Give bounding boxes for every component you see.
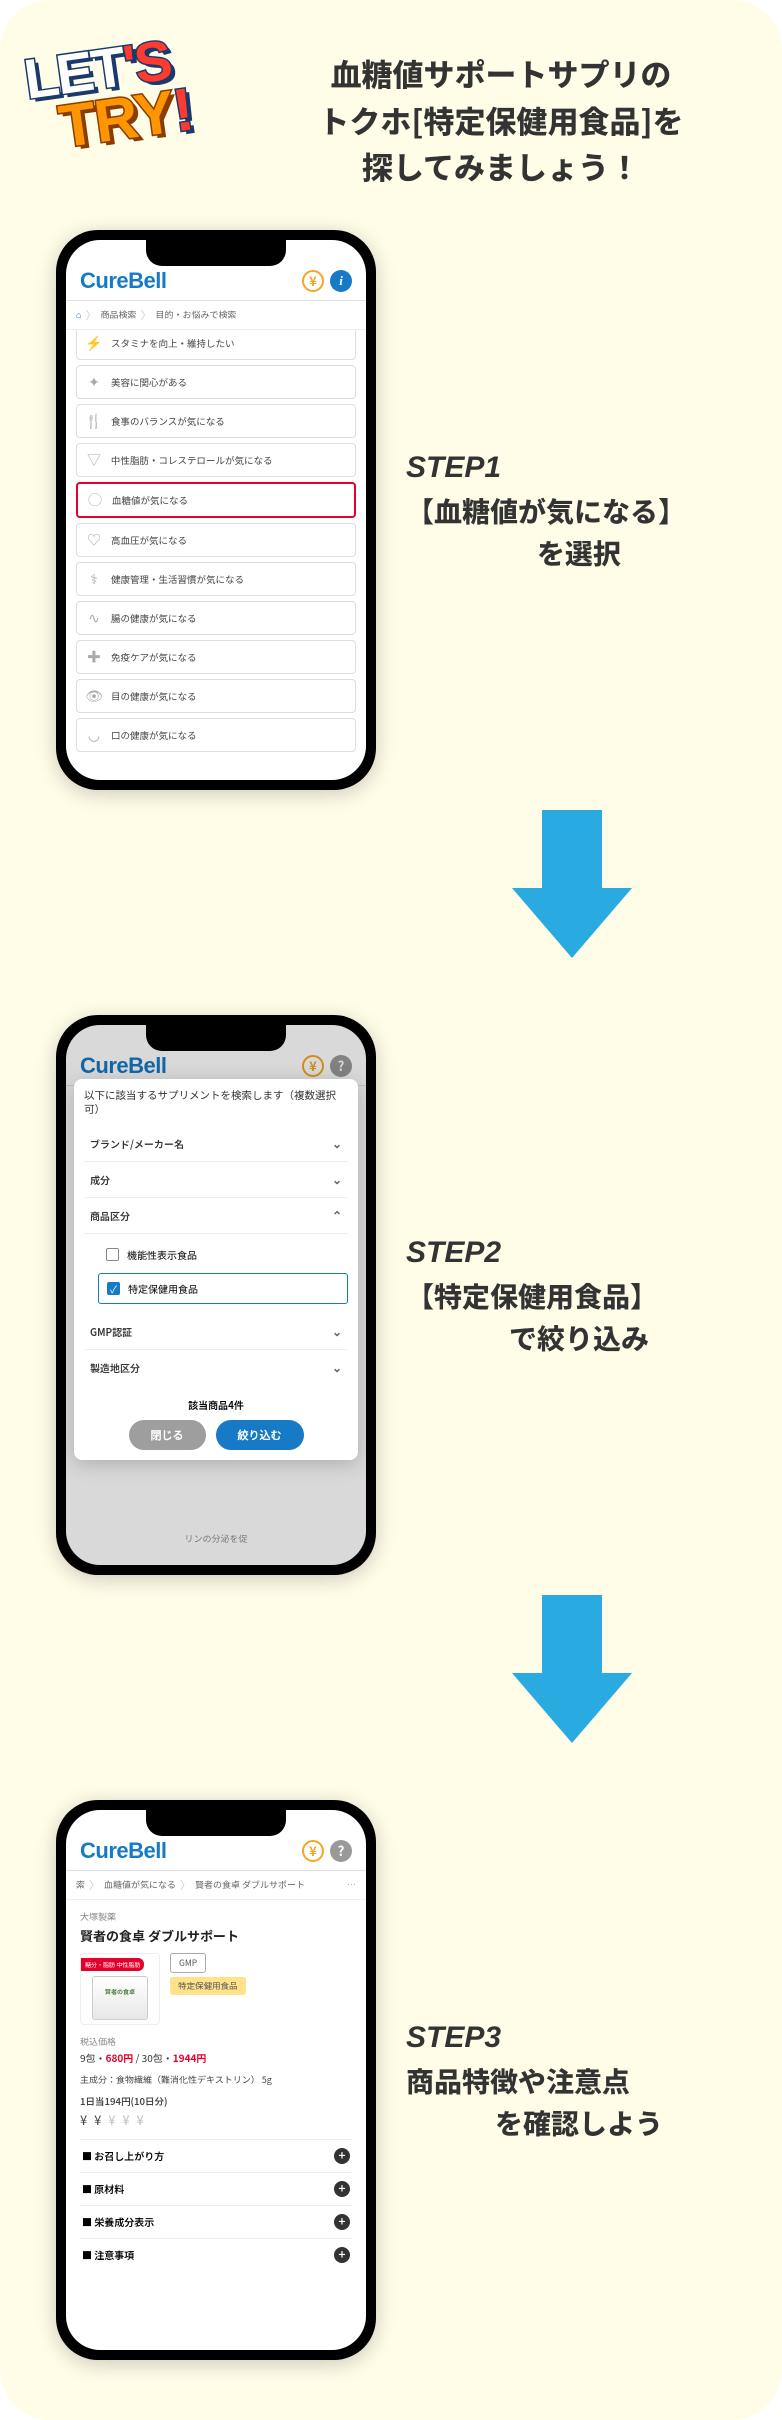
page: LET'S TRY! 血糖値サポートサプリの トクホ[特定保健用食品]を 探して… <box>0 0 782 2420</box>
accordion-ingredients[interactable]: ■ 原材料+ <box>80 2172 352 2205</box>
help-icon[interactable]: ? <box>330 1840 352 1862</box>
checkbox-tokuho[interactable]: 特定保健用食品 <box>98 1273 348 1304</box>
product-image: 糖分・脂肪 中性脂肪 <box>80 1953 160 2025</box>
plus-icon: + <box>334 2214 350 2230</box>
coin-icon[interactable]: ¥ <box>302 1840 324 1862</box>
main-ingredient: 主成分：食物繊維（難消化性デキストリン） 5g <box>80 2073 352 2086</box>
filter-gmp[interactable]: GMP認証⌄ <box>84 1314 348 1350</box>
home-icon[interactable]: ⌂ <box>76 308 81 321</box>
chevron-down-icon: ⌄ <box>332 1171 342 1188</box>
coin-icon[interactable]: ¥ <box>302 270 324 292</box>
chevron-down-icon: ⌄ <box>332 1323 342 1340</box>
chevron-down-icon: ⌄ <box>332 1135 342 1152</box>
category-item[interactable]: 🍴食事のバランスが気になる <box>76 404 356 438</box>
category-item[interactable]: ♡高血圧が気になる <box>76 523 356 557</box>
daily-cost: 1日当194円(10日分) <box>80 2094 352 2108</box>
crumb-item[interactable]: 商品検索 <box>100 308 136 321</box>
price-line: 9包・680円 / 30包・1944円 <box>80 2050 352 2065</box>
filter-modal: 以下に該当するサプリメントを検索します（複数選択可） ブランド/メーカー名⌄ 成… <box>74 1079 358 1460</box>
mouth-icon: ◡ <box>85 726 103 744</box>
gut-icon: ∿ <box>85 609 103 627</box>
accordion-nutrition[interactable]: ■ 栄養成分表示+ <box>80 2205 352 2238</box>
accordion-usage[interactable]: ■ お召し上がり方+ <box>80 2139 352 2172</box>
eye-icon: 👁 <box>85 687 103 705</box>
phone-step2: CureBell ¥ ? リンの分泌を促 以下に該当するサプリメントを検索します… <box>56 1015 376 1575</box>
bp-icon: ♡ <box>85 531 103 549</box>
phone-notch <box>146 1025 286 1051</box>
category-item[interactable]: ∿腸の健康が気になる <box>76 601 356 635</box>
cost-rating: ¥ ¥ ¥ ¥ ¥ <box>80 2110 352 2129</box>
step3-caption: STEP3 商品特徴や注意点 を確認しよう <box>406 2015 752 2144</box>
chevron-down-icon: ⌄ <box>332 1359 342 1376</box>
category-item[interactable]: ✦美容に関心がある <box>76 365 356 399</box>
background-text: リンの分泌を促 <box>86 1532 346 1545</box>
category-item-highlighted[interactable]: ◯血糖値が気になる <box>76 482 356 518</box>
step-1: CureBell ¥ i ⌂ 〉 商品検索 〉 目的・お悩みで検索 ⚡スタミナを… <box>30 230 752 790</box>
brand-logo: CureBell <box>80 268 166 294</box>
category-item[interactable]: ✚免疫ケアが気になる <box>76 640 356 674</box>
category-item[interactable]: 👁目の健康が気になる <box>76 679 356 713</box>
lets-try-badge: LET'S TRY! <box>21 26 248 194</box>
plus-icon: + <box>334 2247 350 2263</box>
step-2: CureBell ¥ ? リンの分泌を促 以下に該当するサプリメントを検索します… <box>30 1015 752 1575</box>
crumb-item: 目的・お悩みで検索 <box>155 308 236 321</box>
crumb-item[interactable]: 血糖値が気になる <box>104 1878 176 1891</box>
stamina-icon: ⚡ <box>85 334 103 352</box>
filter-brand[interactable]: ブランド/メーカー名⌄ <box>84 1126 348 1162</box>
tokuho-tag: 特定保健用食品 <box>170 1977 246 1995</box>
product-name: 賢者の食卓 ダブルサポート <box>80 1926 352 1945</box>
step1-caption: STEP1 【血糖値が気になる】 を選択 <box>406 445 752 574</box>
result-count: 該当商品4件 <box>84 1397 348 1412</box>
fat-icon: ▽ <box>85 451 103 469</box>
maker-name: 大塚製薬 <box>80 1910 352 1923</box>
arrow-down-icon <box>512 810 632 970</box>
filter-ingredient[interactable]: 成分⌄ <box>84 1162 348 1198</box>
filter-category[interactable]: 商品区分⌃ <box>84 1198 348 1234</box>
step2-caption: STEP2 【特定保健用食品】 で絞り込み <box>406 1230 752 1359</box>
step-3: CureBell ¥ ? 索 〉 血糖値が気になる 〉 賢者の食卓 ダブルサポー… <box>30 1800 752 2360</box>
phone-step3: CureBell ¥ ? 索 〉 血糖値が気になる 〉 賢者の食卓 ダブルサポー… <box>56 1800 376 2360</box>
crumb-item[interactable]: 索 <box>76 1878 85 1891</box>
plus-icon: + <box>334 2148 350 2164</box>
meal-icon: 🍴 <box>85 412 103 430</box>
more-icon[interactable]: ⋯ <box>347 1878 356 1891</box>
image-ribbon: 糖分・脂肪 中性脂肪 <box>81 1958 144 1971</box>
gmp-tag: GMP <box>170 1953 206 1973</box>
phone-notch <box>146 1810 286 1836</box>
sugar-icon: ◯ <box>86 491 104 509</box>
immune-icon: ✚ <box>85 648 103 666</box>
beauty-icon: ✦ <box>85 373 103 391</box>
plus-icon: + <box>334 2181 350 2197</box>
intro-text: 血糖値サポートサプリの トクホ[特定保健用食品]を 探してみましょう！ <box>250 30 752 190</box>
phone-step1: CureBell ¥ i ⌂ 〉 商品検索 〉 目的・お悩みで検索 ⚡スタミナを… <box>56 230 376 790</box>
arrow-down-icon <box>512 1595 632 1755</box>
apply-filter-button[interactable]: 絞り込む <box>216 1420 304 1450</box>
brand-logo: CureBell <box>80 1838 166 1864</box>
chevron-up-icon: ⌃ <box>332 1207 342 1224</box>
info-icon[interactable]: i <box>330 270 352 292</box>
category-item[interactable]: ⚕健康管理・生活習慣が気になる <box>76 562 356 596</box>
accordion-caution[interactable]: ■ 注意事項+ <box>80 2238 352 2271</box>
modal-heading: 以下に該当するサプリメントを検索します（複数選択可） <box>84 1089 348 1118</box>
category-item[interactable]: ◡口の健康が気になる <box>76 718 356 752</box>
filter-region[interactable]: 製造地区分⌄ <box>84 1350 348 1385</box>
category-list: ⚡スタミナを向上・維持したい ✦美容に関心がある 🍴食事のバランスが気になる ▽… <box>66 330 366 780</box>
product-detail: 大塚製薬 賢者の食卓 ダブルサポート 糖分・脂肪 中性脂肪 GMP 特定保健用食… <box>66 1900 366 2281</box>
close-button[interactable]: 閉じる <box>129 1420 206 1450</box>
crumb-item: 賢者の食卓 ダブルサポート <box>195 1878 305 1891</box>
breadcrumb: 索 〉 血糖値が気になる 〉 賢者の食卓 ダブルサポート ⋯ <box>66 1871 366 1900</box>
health-icon: ⚕ <box>85 570 103 588</box>
category-item[interactable]: ▽中性脂肪・コレステロールが気になる <box>76 443 356 477</box>
checkbox-functional-food[interactable]: 機能性表示食品 <box>98 1240 348 1269</box>
phone-notch <box>146 240 286 266</box>
breadcrumb: ⌂ 〉 商品検索 〉 目的・お悩みで検索 <box>66 301 366 330</box>
price-label: 税込価格 <box>80 2035 352 2048</box>
category-item[interactable]: ⚡スタミナを向上・維持したい <box>76 330 356 360</box>
